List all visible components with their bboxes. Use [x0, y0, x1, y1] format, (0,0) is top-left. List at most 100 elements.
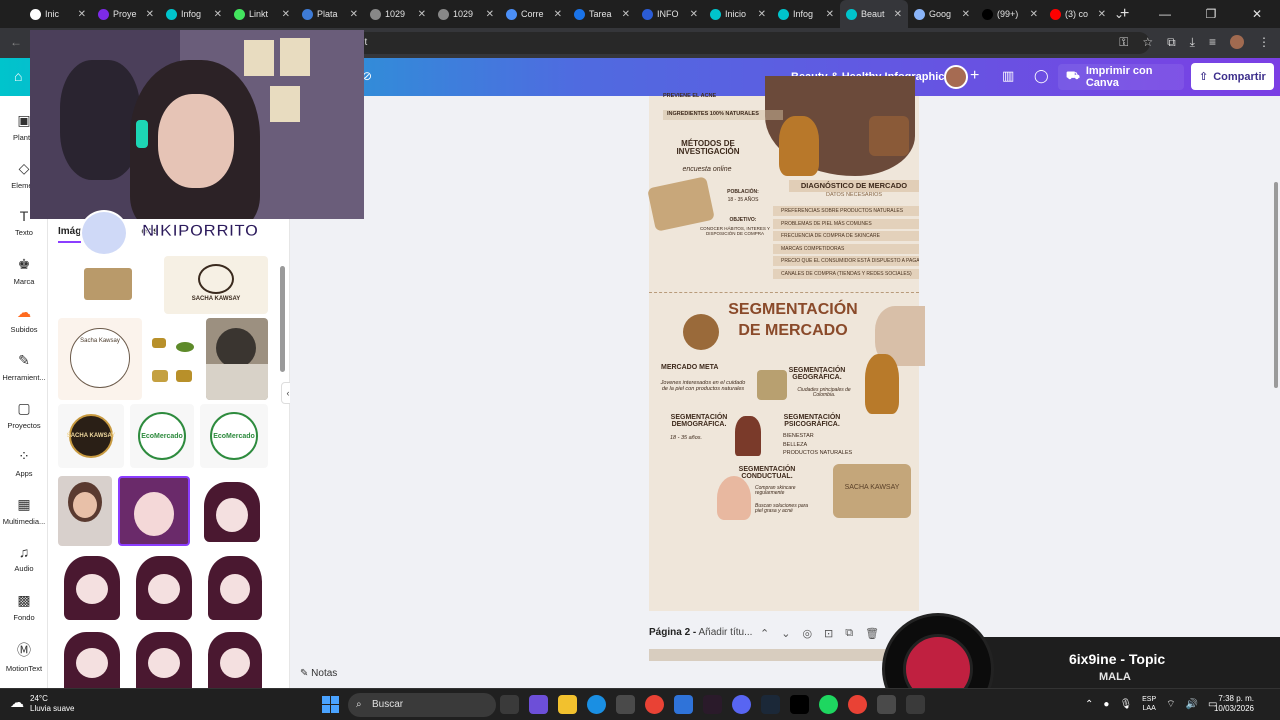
mercado-meta-text[interactable]: Jovenes interesados en el cuidado de la … — [657, 380, 749, 393]
objetivo-label[interactable]: OBJETIVO: — [713, 217, 773, 223]
oil-bottle-image[interactable] — [779, 116, 819, 176]
back-icon[interactable]: ← — [10, 35, 22, 49]
tab-close-icon[interactable]: ✕ — [418, 9, 426, 20]
upload-emote-cry[interactable] — [196, 476, 268, 546]
conductual-text-2[interactable]: Buscan soluciones para piel grasa y acné — [755, 503, 817, 515]
diagnostico-item[interactable]: FRECUENCIA DE COMPRA DE SKINCARE — [773, 231, 919, 241]
chrome-icon[interactable] — [645, 695, 664, 714]
tab-close-icon[interactable]: ✕ — [214, 9, 222, 20]
tab-close-icon[interactable]: ✕ — [622, 9, 630, 20]
sidebar-item[interactable]: ♫ Audio — [0, 544, 48, 573]
upload-sacha-script-logo[interactable]: Sacha Kawsay — [58, 318, 142, 400]
page-title-input[interactable]: Añadir títu... — [698, 627, 752, 638]
browser-tab[interactable]: Inicio ✕ — [704, 0, 772, 28]
file-explorer-icon[interactable] — [558, 695, 577, 714]
upload-photo-person[interactable] — [206, 318, 268, 400]
browser-tab[interactable]: Corre ✕ — [500, 0, 568, 28]
maximize-button[interactable]: ❐ — [1188, 0, 1234, 28]
browser-tab[interactable]: 1029 ✕ — [364, 0, 432, 28]
lock-icon[interactable]: ⊡ — [824, 627, 833, 640]
tab-images[interactable]: Imág — [58, 226, 82, 243]
upload-selfie-photo[interactable] — [58, 476, 112, 546]
segmentacion-title-1[interactable]: SEGMENTACIÓN — [713, 301, 873, 319]
diagnostico-sub[interactable]: DATOS NECESARIOS — [789, 192, 919, 199]
browser-tab[interactable]: Plata ✕ — [296, 0, 364, 28]
sidebar-item[interactable]: ▦ Multimedia... — [0, 496, 48, 526]
next-page-preview[interactable] — [649, 649, 919, 661]
chevron-up-icon[interactable]: ⌃ — [760, 627, 769, 640]
tab-close-icon[interactable]: ✕ — [486, 9, 494, 20]
spotify-icon[interactable] — [819, 695, 838, 714]
geografica-title[interactable]: SEGMENTACIÓN GEOGRÁFICA. — [779, 367, 855, 382]
app-tray-icon[interactable]: ● — [1103, 699, 1109, 710]
chevron-down-icon[interactable]: ⌄ — [1096, 0, 1142, 28]
browser-tab[interactable]: Linkt ✕ — [228, 0, 296, 28]
share-button[interactable]: ⇧ Compartir — [1191, 63, 1274, 90]
browser-tab[interactable]: Beaut ✕ — [840, 0, 908, 28]
tray-chevron-icon[interactable]: ⌃ — [1085, 699, 1093, 710]
diagnostico-item[interactable]: PREFERENCIAS SOBRE PRODUCTOS NATURALES — [773, 206, 919, 216]
edge-icon[interactable] — [587, 695, 606, 714]
mercado-meta-title[interactable]: MERCADO META — [661, 364, 731, 371]
browser-tab[interactable]: Inic ✕ — [24, 0, 92, 28]
tab-close-icon[interactable]: ✕ — [554, 9, 562, 20]
extensions-icon[interactable]: ⧉ — [1167, 35, 1176, 50]
delete-icon[interactable]: 🗑 — [865, 627, 879, 640]
tab-close-icon[interactable]: ✕ — [1030, 9, 1038, 20]
diagnostico-item[interactable]: PROBLEMAS DE PIEL MÁS COMUNES — [773, 218, 919, 229]
poblacion-label[interactable]: POBLACIÓN: — [713, 189, 773, 195]
upload-emote-read-6[interactable] — [202, 628, 268, 688]
browser-tab[interactable]: Proye ✕ — [92, 0, 160, 28]
sidebar-item[interactable]: ☁ Subidos — [0, 304, 48, 334]
microphone-icon[interactable]: 🎙 — [1119, 699, 1132, 710]
app-icon[interactable] — [877, 695, 896, 714]
chevron-down-icon[interactable]: ⌄ — [781, 627, 790, 640]
hide-page-icon[interactable]: ◎ — [802, 627, 812, 640]
tab-close-icon[interactable]: ✕ — [758, 9, 766, 20]
taskbar-clock[interactable]: 7:38 p. m. 10/03/2026 — [1214, 694, 1254, 715]
chrome-active-icon[interactable] — [848, 695, 867, 714]
add-collaborator-icon[interactable]: + — [970, 67, 979, 85]
upload-ecomercado-logo-2[interactable]: EcoMercado — [200, 404, 268, 468]
upload-sacha-dark-logo[interactable]: SACHA KAWSAY — [58, 404, 124, 468]
collaborator-avatar[interactable] — [944, 65, 968, 89]
psicografica-item[interactable]: PRODUCTOS NATURALES — [783, 450, 873, 457]
diagnostico-item[interactable]: PRECIO QUE EL CONSUMIDOR ESTÁ DISPUESTO … — [773, 256, 919, 266]
tiktok-icon[interactable] — [790, 695, 809, 714]
browser-tab[interactable]: 1029 ✕ — [432, 0, 500, 28]
download-icon[interactable]: ⤓ — [1190, 35, 1195, 50]
weather-widget[interactable]: ☁ 24°C Lluvia suave — [10, 694, 74, 714]
profile-avatar[interactable] — [1230, 35, 1244, 49]
objetivo-value[interactable]: CONOCER HÁBITOS, INTERES Y DISPOSICIÓN D… — [699, 226, 771, 236]
tab-close-icon[interactable]: ✕ — [78, 9, 86, 20]
comment-icon[interactable]: ◯ — [1034, 68, 1049, 84]
vscode-icon[interactable] — [703, 695, 722, 714]
top-item-1[interactable]: PREVIENE EL ACNE — [663, 93, 783, 100]
task-view-icon[interactable] — [500, 695, 519, 714]
browser-tab[interactable]: Tarea ✕ — [568, 0, 636, 28]
store-icon[interactable] — [616, 695, 635, 714]
diagnostico-title[interactable]: DIAGNÓSTICO DE MERCADO — [789, 180, 919, 192]
tab-close-icon[interactable]: ✕ — [826, 9, 834, 20]
windows-start-icon[interactable] — [322, 696, 339, 713]
soap-bar-image[interactable] — [869, 116, 909, 156]
sidebar-item[interactable]: ♚ Marca — [0, 256, 48, 286]
duplicate-icon[interactable]: ⧉ — [845, 627, 853, 640]
bookmark-star-icon[interactable]: ☆ — [1142, 35, 1153, 50]
sidebar-item[interactable]: Ⓜ MotionText — [0, 640, 48, 673]
minimize-button[interactable]: — — [1142, 0, 1188, 28]
geografica-text[interactable]: Ciudades principales de Colombia. — [789, 387, 859, 399]
design-page[interactable]: PREVIENE EL ACNE INGREDIENTES 100% NATUR… — [647, 76, 925, 611]
poblacion-value[interactable]: 18 - 35 AÑOS — [713, 197, 773, 203]
password-key-icon[interactable]: ⚿ — [1119, 35, 1128, 50]
segmentacion-title-2[interactable]: DE MERCADO — [713, 322, 873, 340]
upload-ecomercado-logo[interactable]: EcoMercado — [130, 404, 194, 468]
canvas-scrollbar[interactable] — [1274, 182, 1278, 388]
browser-tab[interactable]: Infog ✕ — [772, 0, 840, 28]
metodos-sub[interactable]: encuesta online — [667, 166, 747, 173]
metodos-title[interactable]: MÉTODOS DE INVESTIGACIÓN — [663, 139, 753, 157]
conductual-text-1[interactable]: Compran skincare regularmente — [755, 485, 817, 497]
browser-tab[interactable]: Goog ✕ — [908, 0, 976, 28]
soap-illustration[interactable] — [647, 176, 715, 232]
outlook-icon[interactable] — [674, 695, 693, 714]
